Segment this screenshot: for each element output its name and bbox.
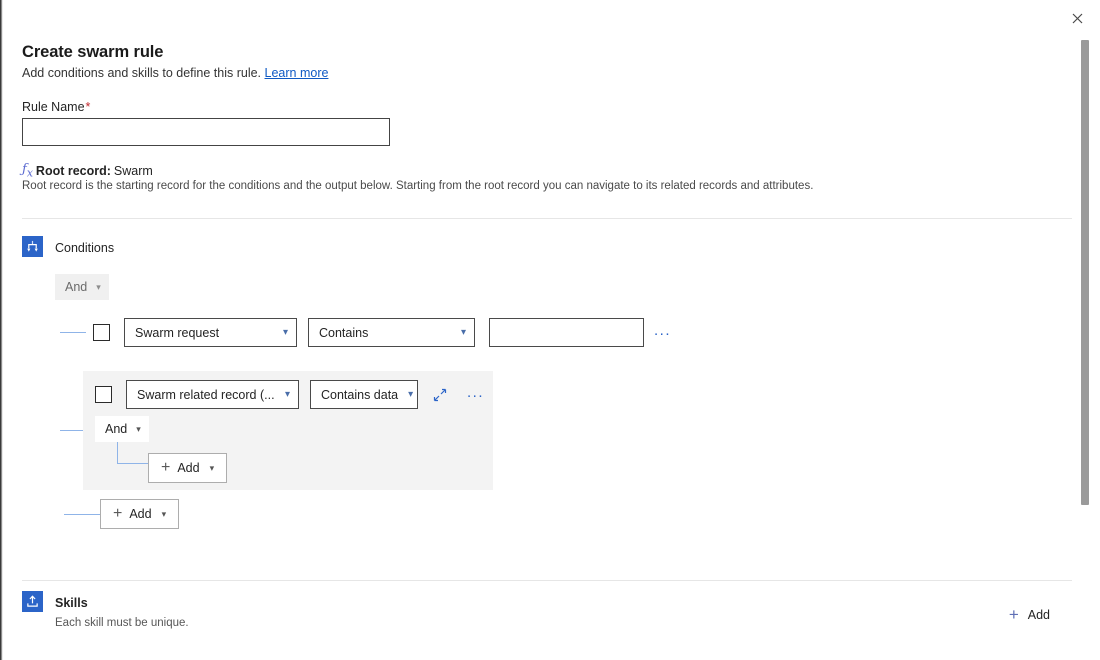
branch-icon: [22, 236, 43, 257]
group-attribute-dropdown[interactable]: Swarm related record (... ▾: [126, 380, 299, 409]
conditions-title: Conditions: [55, 241, 114, 255]
skills-add-label: Add: [1028, 608, 1050, 622]
add-connector: [64, 514, 100, 515]
condition-row: Swarm request ▾ Contains ▾ ...: [60, 318, 671, 347]
group-operator-value: Contains data: [321, 388, 398, 402]
root-record-line: ƒx Root record: Swarm: [22, 162, 153, 180]
fx-icon: ƒx: [22, 162, 33, 180]
condition-value-input[interactable]: [489, 318, 644, 347]
skills-add-button[interactable]: + Add: [1009, 606, 1050, 623]
chevron-down-icon: ▾: [285, 389, 290, 400]
rule-name-input[interactable]: [22, 118, 390, 146]
chevron-down-icon: ▾: [461, 327, 466, 338]
condition-attribute-dropdown[interactable]: Swarm request ▾: [124, 318, 297, 347]
chevron-down-icon: ▾: [283, 327, 288, 338]
scrollbar-thumb[interactable]: [1081, 40, 1089, 505]
create-swarm-rule-panel: Create swarm rule Add conditions and ski…: [0, 0, 1100, 660]
root-logic-value: And: [65, 280, 87, 294]
condition-operator-dropdown[interactable]: Contains ▾: [308, 318, 475, 347]
condition-operator-value: Contains: [319, 326, 368, 340]
chevron-down-icon: ▾: [408, 389, 413, 400]
root-record-value: Swarm: [114, 164, 153, 178]
plus-icon: +: [161, 460, 170, 476]
root-logic-dropdown[interactable]: And ▾: [55, 274, 109, 300]
group-elbow-connector: [117, 442, 148, 464]
condition-group: Swarm related record (... ▾ Contains dat…: [83, 371, 493, 490]
condition-overflow-menu[interactable]: ...: [654, 323, 671, 342]
group-add-button[interactable]: + Add ▾: [148, 453, 227, 483]
page-subtitle: Add conditions and skills to define this…: [22, 66, 328, 80]
chevron-down-icon: ▾: [96, 282, 101, 293]
chevron-down-icon: ▾: [210, 463, 215, 474]
root-record-label: Root record:: [36, 164, 111, 178]
panel-content: Create swarm rule Add conditions and ski…: [0, 0, 1072, 660]
plus-icon: +: [1009, 606, 1019, 623]
conditions-add-button[interactable]: + Add ▾: [100, 499, 179, 529]
row-connector: [60, 332, 86, 333]
group-logic-dropdown[interactable]: And ▾: [95, 416, 149, 442]
page-title: Create swarm rule: [22, 43, 163, 62]
upload-icon: [22, 591, 43, 612]
group-attribute-value: Swarm related record (...: [137, 388, 275, 402]
rule-name-label-text: Rule Name: [22, 100, 85, 114]
group-add-label: Add: [177, 461, 199, 475]
required-asterisk: *: [86, 100, 91, 114]
plus-icon: +: [113, 506, 122, 522]
skills-title: Skills: [55, 596, 88, 610]
group-condition-checkbox[interactable]: [95, 386, 112, 403]
conditions-add-label: Add: [129, 507, 151, 521]
group-operator-dropdown[interactable]: Contains data ▾: [310, 380, 418, 409]
subtitle-text: Add conditions and skills to define this…: [22, 66, 261, 80]
group-logic-value: And: [105, 422, 127, 436]
divider-conditions: [22, 218, 1072, 219]
skills-description: Each skill must be unique.: [55, 617, 189, 629]
chevron-down-icon: ▾: [162, 509, 167, 520]
root-record-description: Root record is the starting record for t…: [22, 180, 813, 192]
condition-checkbox[interactable]: [93, 324, 110, 341]
divider-skills: [22, 580, 1072, 581]
group-overflow-menu[interactable]: ...: [467, 385, 484, 404]
learn-more-link[interactable]: Learn more: [265, 66, 329, 80]
condition-attribute-value: Swarm request: [135, 326, 219, 340]
chevron-down-icon: ▾: [136, 424, 141, 435]
collapse-icon[interactable]: [431, 386, 449, 404]
group-condition-row: Swarm related record (... ▾ Contains dat…: [95, 380, 484, 409]
rule-name-label: Rule Name*: [22, 100, 90, 114]
